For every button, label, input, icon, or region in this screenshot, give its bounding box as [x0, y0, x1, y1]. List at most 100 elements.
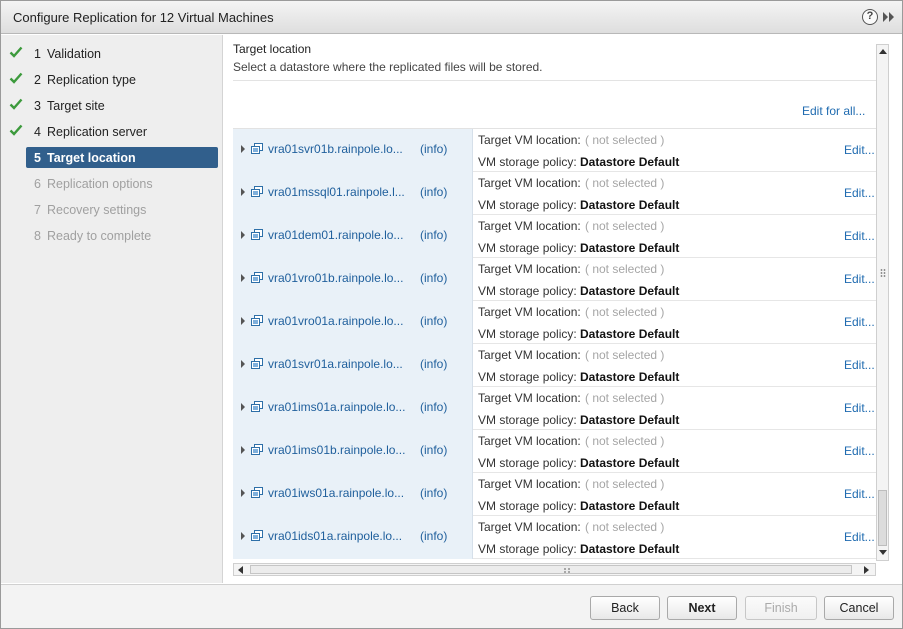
- horizontal-scrollbar[interactable]: [233, 563, 876, 576]
- target-location-value: ( not selected ): [585, 133, 665, 147]
- expand-caret-icon[interactable]: [241, 532, 245, 540]
- scroll-left-icon[interactable]: [238, 566, 243, 574]
- wizard-step-5[interactable]: 5 Target location: [1, 147, 223, 169]
- step-number: 3: [34, 99, 41, 113]
- vm-row: vra01vro01a.rainpole.lo... (info) Target V…: [233, 301, 876, 344]
- expand-caret-icon[interactable]: [241, 446, 245, 454]
- vm-name[interactable]: vra01ids01a.rainpole.lo...: [268, 529, 402, 543]
- vertical-scrollbar[interactable]: [876, 44, 889, 561]
- finish-button[interactable]: Finish: [745, 596, 817, 620]
- edit-link[interactable]: Edit...: [844, 229, 875, 243]
- vm-name[interactable]: vra01dem01.rainpole.lo...: [268, 228, 403, 242]
- expand-icon[interactable]: [882, 9, 896, 25]
- horizontal-scroll-thumb[interactable]: [250, 565, 852, 574]
- storage-policy-label: VM storage policy:: [478, 542, 577, 556]
- storage-policy-value: Datastore Default: [580, 542, 680, 556]
- vm-info-link[interactable]: (info): [420, 185, 447, 199]
- target-location-value: ( not selected ): [585, 262, 665, 276]
- target-location-value: ( not selected ): [585, 391, 665, 405]
- vm-name[interactable]: vra01svr01a.rainpole.lo...: [268, 357, 403, 371]
- expand-caret-icon[interactable]: [241, 403, 245, 411]
- wizard-step-4[interactable]: 4 Replication server: [1, 121, 223, 143]
- vm-target-grid: vra01svr01b.rainpole.lo... (info) Target V…: [233, 128, 876, 560]
- vm-info-link[interactable]: (info): [420, 142, 447, 156]
- vm-cell: vra01svr01b.rainpole.lo... (info): [233, 129, 473, 172]
- vm-row: vra01dem01.rainpole.lo... (info) Target VM…: [233, 215, 876, 258]
- scroll-right-icon[interactable]: [864, 566, 869, 574]
- edit-link[interactable]: Edit...: [844, 186, 875, 200]
- vm-info-link[interactable]: (info): [420, 357, 447, 371]
- vm-row: vra01iws01a.rainpole.lo... (info) Target V…: [233, 473, 876, 516]
- cancel-button[interactable]: Cancel: [824, 596, 894, 620]
- target-location-label: Target VM location:: [478, 520, 581, 534]
- scroll-down-icon[interactable]: [879, 550, 887, 555]
- edit-link[interactable]: Edit...: [844, 530, 875, 544]
- edit-link[interactable]: Edit...: [844, 358, 875, 372]
- back-button[interactable]: Back: [590, 596, 660, 620]
- vm-name[interactable]: vra01ims01b.rainpole.lo...: [268, 443, 405, 457]
- dialog-title: Configure Replication for 12 Virtual Mac…: [13, 10, 274, 25]
- expand-caret-icon[interactable]: [241, 188, 245, 196]
- target-location-value: ( not selected ): [585, 348, 665, 362]
- target-location-label: Target VM location:: [478, 477, 581, 491]
- target-location-label: Target VM location:: [478, 348, 581, 362]
- vm-cell: vra01ids01a.rainpole.lo... (info): [233, 516, 473, 559]
- vm-name[interactable]: vra01vro01b.rainpole.lo...: [268, 271, 403, 285]
- edit-link[interactable]: Edit...: [844, 315, 875, 329]
- expand-caret-icon[interactable]: [241, 231, 245, 239]
- wizard-step-1[interactable]: 1 Validation: [1, 43, 223, 65]
- step-label: Replication server: [47, 125, 148, 139]
- edit-link[interactable]: Edit...: [844, 401, 875, 415]
- splitter-grip-icon[interactable]: [880, 267, 886, 277]
- vm-cell: vra01dem01.rainpole.lo... (info): [233, 215, 473, 258]
- step-label: Ready to complete: [47, 229, 152, 243]
- vm-name[interactable]: vra01mssql01.rainpole.l...: [268, 185, 405, 199]
- dialog-footer: Back Next Finish Cancel: [1, 584, 902, 628]
- vm-row: vra01ims01a.rainpole.lo... (info) Target V…: [233, 387, 876, 430]
- vm-info-link[interactable]: (info): [420, 228, 447, 242]
- vm-icon: [251, 530, 263, 542]
- vm-info-link[interactable]: (info): [420, 400, 447, 414]
- vm-name[interactable]: vra01svr01b.rainpole.lo...: [268, 142, 403, 156]
- vm-icon: [251, 272, 263, 284]
- edit-link[interactable]: Edit...: [844, 444, 875, 458]
- vm-name[interactable]: vra01iws01a.rainpole.lo...: [268, 486, 404, 500]
- storage-policy-label: VM storage policy:: [478, 198, 577, 212]
- expand-caret-icon[interactable]: [241, 145, 245, 153]
- edit-link[interactable]: Edit...: [844, 272, 875, 286]
- next-button[interactable]: Next: [667, 596, 737, 620]
- edit-link[interactable]: Edit...: [844, 487, 875, 501]
- storage-policy-value: Datastore Default: [580, 370, 680, 384]
- expand-caret-icon[interactable]: [241, 489, 245, 497]
- step-label: Replication options: [47, 177, 153, 191]
- wizard-step-7: 7 Recovery settings: [1, 199, 223, 221]
- scroll-up-icon[interactable]: [879, 49, 887, 54]
- vm-info-link[interactable]: (info): [420, 271, 447, 285]
- wizard-step-3[interactable]: 3 Target site: [1, 95, 223, 117]
- expand-caret-icon[interactable]: [241, 360, 245, 368]
- expand-caret-icon[interactable]: [241, 317, 245, 325]
- page-title: Target location: [233, 42, 312, 56]
- vm-info-link[interactable]: (info): [420, 443, 447, 457]
- vm-cell: vra01svr01a.rainpole.lo... (info): [233, 344, 473, 387]
- vm-info-link[interactable]: (info): [420, 314, 447, 328]
- step-number: 2: [34, 73, 41, 87]
- divider: [233, 80, 876, 81]
- expand-caret-icon[interactable]: [241, 274, 245, 282]
- vm-row: vra01ids01a.rainpole.lo... (info) Target V…: [233, 516, 876, 559]
- vm-info-link[interactable]: (info): [420, 529, 447, 543]
- vm-name[interactable]: vra01vro01a.rainpole.lo...: [268, 314, 403, 328]
- checkmark-icon: [9, 97, 23, 111]
- wizard-step-2[interactable]: 2 Replication type: [1, 69, 223, 91]
- vm-name[interactable]: vra01ims01a.rainpole.lo...: [268, 400, 405, 414]
- vm-row: vra01ims01b.rainpole.lo... (info) Target V…: [233, 430, 876, 473]
- target-location-label: Target VM location:: [478, 434, 581, 448]
- vm-info-link[interactable]: (info): [420, 486, 447, 500]
- checkmark-icon: [9, 71, 23, 85]
- storage-policy-label: VM storage policy:: [478, 327, 577, 341]
- edit-for-all-link[interactable]: Edit for all...: [802, 104, 865, 118]
- help-icon[interactable]: ?: [862, 9, 878, 25]
- edit-link[interactable]: Edit...: [844, 143, 875, 157]
- step-number: 1: [34, 47, 41, 61]
- scroll-thumb[interactable]: [878, 490, 887, 546]
